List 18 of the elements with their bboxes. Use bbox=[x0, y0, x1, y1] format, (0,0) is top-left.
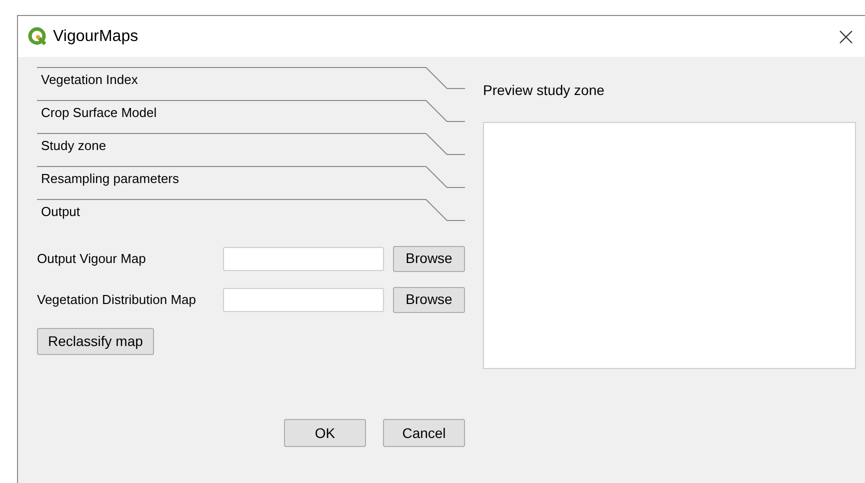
path-input[interactable] bbox=[223, 288, 384, 312]
section-tab[interactable]: Vegetation Index bbox=[41, 71, 138, 89]
field-label: Output Vigour Map bbox=[37, 250, 147, 268]
section-tab[interactable]: Output bbox=[41, 203, 80, 221]
section-tab[interactable]: Crop Surface Model bbox=[41, 104, 157, 122]
path-input[interactable] bbox=[223, 246, 384, 270]
close-icon[interactable] bbox=[839, 30, 853, 44]
section-tab[interactable]: Study zone bbox=[41, 137, 106, 155]
browse-button[interactable]: Browse bbox=[393, 286, 465, 312]
app-logo-icon bbox=[28, 26, 48, 46]
window-title: VigourMaps bbox=[53, 26, 138, 46]
field-label: Vegetation Distribution Map bbox=[37, 290, 197, 309]
browse-button[interactable]: Browse bbox=[393, 246, 465, 272]
dialog-button[interactable]: Cancel bbox=[383, 419, 465, 447]
preview-label: Preview study zone bbox=[483, 81, 606, 99]
dialog-button[interactable]: OK bbox=[284, 419, 366, 447]
reclassify-button[interactable]: Reclassify map bbox=[37, 328, 154, 355]
section-tab[interactable]: Resampling parameters bbox=[41, 170, 180, 188]
